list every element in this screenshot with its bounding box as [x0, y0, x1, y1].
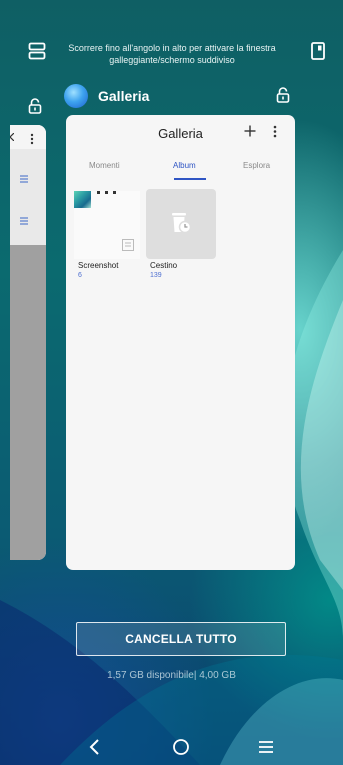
lock-icon[interactable]	[276, 87, 290, 103]
back-glyph-icon	[10, 133, 14, 141]
memory-status: 1,57 GB disponibile| 4,00 GB	[107, 670, 236, 681]
list-icon	[20, 217, 28, 225]
floating-window-icon[interactable]	[311, 42, 325, 60]
screenshot-badge-icon	[122, 239, 134, 251]
lock-icon[interactable]	[28, 98, 42, 114]
app-title: Galleria	[98, 88, 150, 104]
preview-strip	[97, 191, 116, 194]
back-icon[interactable]	[88, 738, 102, 756]
recents-icon[interactable]	[258, 740, 274, 754]
more-icon	[30, 133, 34, 145]
trash-clock-icon	[172, 213, 192, 234]
add-icon[interactable]	[244, 125, 256, 137]
screenshot-preview-image	[74, 191, 91, 208]
tab-esplora[interactable]: Esplora	[243, 161, 270, 170]
navigation-bar	[0, 728, 343, 765]
gallery-app-icon	[64, 84, 88, 108]
album-name-cestino: Cestino	[150, 261, 178, 270]
album-name-screenshot: Screenshot	[78, 261, 119, 270]
home-icon[interactable]	[172, 738, 190, 756]
previous-app-card[interactable]	[10, 125, 46, 560]
clear-all-button[interactable]: CANCELLA TUTTO	[76, 622, 286, 656]
active-tab-indicator	[174, 178, 206, 180]
album-count-cestino: 139	[150, 272, 162, 279]
tab-album[interactable]: Album	[173, 161, 196, 170]
split-screen-icon[interactable]	[28, 42, 46, 60]
split-screen-hint-text: Scorrere fino all'angolo in alto per att…	[68, 43, 276, 65]
more-options-icon[interactable]	[273, 125, 277, 138]
gallery-title: Galleria	[158, 126, 203, 141]
card-shadow	[10, 245, 46, 560]
album-cestino-thumbnail[interactable]	[146, 189, 216, 259]
split-screen-hint: Scorrere fino all'angolo in alto per att…	[0, 38, 343, 72]
album-screenshot-thumbnail[interactable]	[74, 191, 140, 259]
album-count-screenshot: 6	[78, 272, 82, 279]
list-icon	[20, 175, 28, 183]
gallery-app-card[interactable]: Galleria Momenti Album Esplora Screensho…	[66, 115, 295, 570]
tab-momenti[interactable]: Momenti	[89, 161, 120, 170]
